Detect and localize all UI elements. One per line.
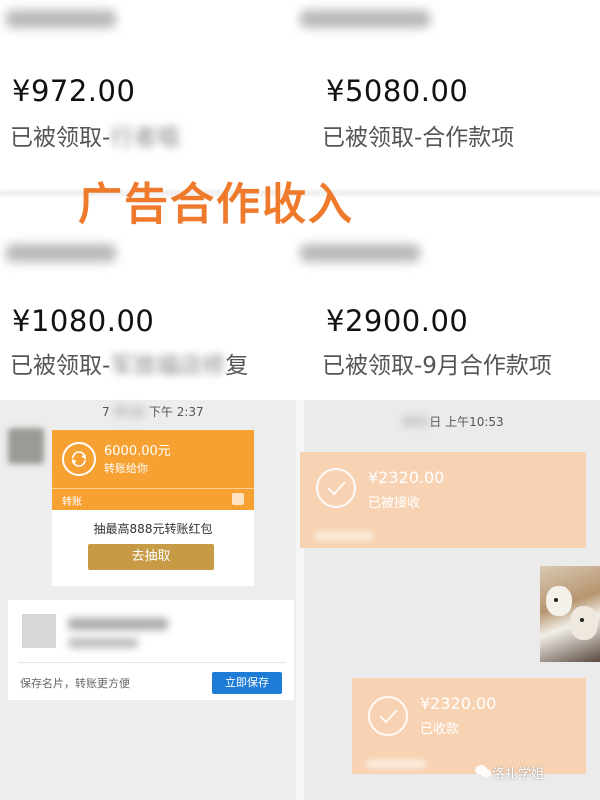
wechat-icon (475, 765, 491, 777)
received-message-2[interactable]: ¥2320.00 已收款 (352, 678, 586, 774)
received-status-1: 已被接收 (368, 496, 421, 511)
blurred-contact-id (68, 638, 138, 648)
received-footer-1 (314, 532, 374, 540)
avatar[interactable] (8, 428, 44, 464)
dog-image-part (546, 586, 572, 616)
watermark: 洛扎学姐 (492, 767, 545, 782)
transfer-badge-icon (232, 493, 244, 505)
transfer-label: 转账 (62, 497, 82, 508)
timestamp-left-time: 下午 2:37 (148, 405, 204, 419)
blurred-date-right: 9月2 (402, 415, 430, 429)
status-1-text: 已被领取- (10, 125, 111, 151)
check-icon (368, 696, 408, 736)
transfer-amount: 6000.00元 (104, 444, 171, 459)
blurred-name-3 (6, 244, 116, 262)
amount-4: ¥2900.00 (326, 304, 469, 338)
received-amount-2: ¥2320.00 (420, 694, 497, 713)
received-footer-2 (366, 760, 426, 768)
promo-card: 抽最高888元转账红包 去抽取 (52, 510, 254, 586)
timestamp-right-text: 日 上午10:53 (429, 415, 504, 429)
timestamp-right: 9月2日 上午10:53 (402, 413, 504, 430)
blurred-contact-name (68, 618, 168, 630)
amount-3: ¥1080.00 (12, 304, 155, 338)
transfer-icon (62, 442, 96, 476)
amount-2: ¥5080.00 (326, 74, 469, 108)
blurred-recipient-3: 军旅福店修 (110, 353, 226, 379)
dog-photo[interactable] (540, 566, 600, 662)
contact-avatar-icon (22, 614, 56, 648)
blurred-recipient-1: 行者唱 (110, 125, 180, 151)
status-4: 已被领取-9月合作款项 (322, 353, 552, 379)
status-3-suffix: 复 (225, 353, 249, 379)
received-amount-1: ¥2320.00 (368, 468, 445, 487)
blurred-name-1 (6, 10, 116, 28)
promo-text: 抽最高888元转账红包 (93, 522, 213, 536)
amount-1: ¥972.00 (12, 74, 136, 108)
blurred-name-2 (300, 10, 430, 28)
status-1: 已被领取-行者唱 (10, 118, 179, 152)
contact-card: 保存名片，转账更方便 立即保存 (8, 600, 294, 700)
status-3-text: 已被领取- (10, 353, 111, 379)
card-divider (18, 662, 286, 663)
dog-eye (554, 598, 558, 602)
income-collage-top: ¥972.00 已被领取-行者唱 ¥5080.00 已被领取-合作款项 ¥108… (0, 0, 600, 400)
blurred-name-4 (300, 244, 420, 262)
blurred-date: 月3日 (109, 405, 149, 419)
dog-eye (580, 618, 584, 622)
transfer-divider (52, 488, 254, 489)
transfer-message[interactable]: 6000.00元 转账给你 转账 (52, 430, 254, 510)
save-tip: 保存名片，转账更方便 (20, 677, 130, 690)
check-icon (316, 468, 356, 508)
dog-image-part (570, 606, 598, 640)
received-message-1[interactable]: ¥2320.00 已被接收 (300, 452, 586, 548)
status-3: 已被领取-军旅福店修复 (10, 346, 248, 380)
timestamp-left: 7 月3日 下午 2:37 (102, 403, 204, 420)
received-status-2: 已收款 (420, 722, 460, 737)
draw-button[interactable]: 去抽取 (88, 544, 214, 570)
timestamp-left-prefix: 7 (102, 405, 110, 419)
headline-ad-income: 广告合作收入 (78, 179, 354, 230)
status-2: 已被领取-合作款项 (322, 125, 515, 151)
transfer-subtitle: 转账给你 (104, 462, 148, 475)
save-now-button[interactable]: 立即保存 (212, 672, 282, 694)
